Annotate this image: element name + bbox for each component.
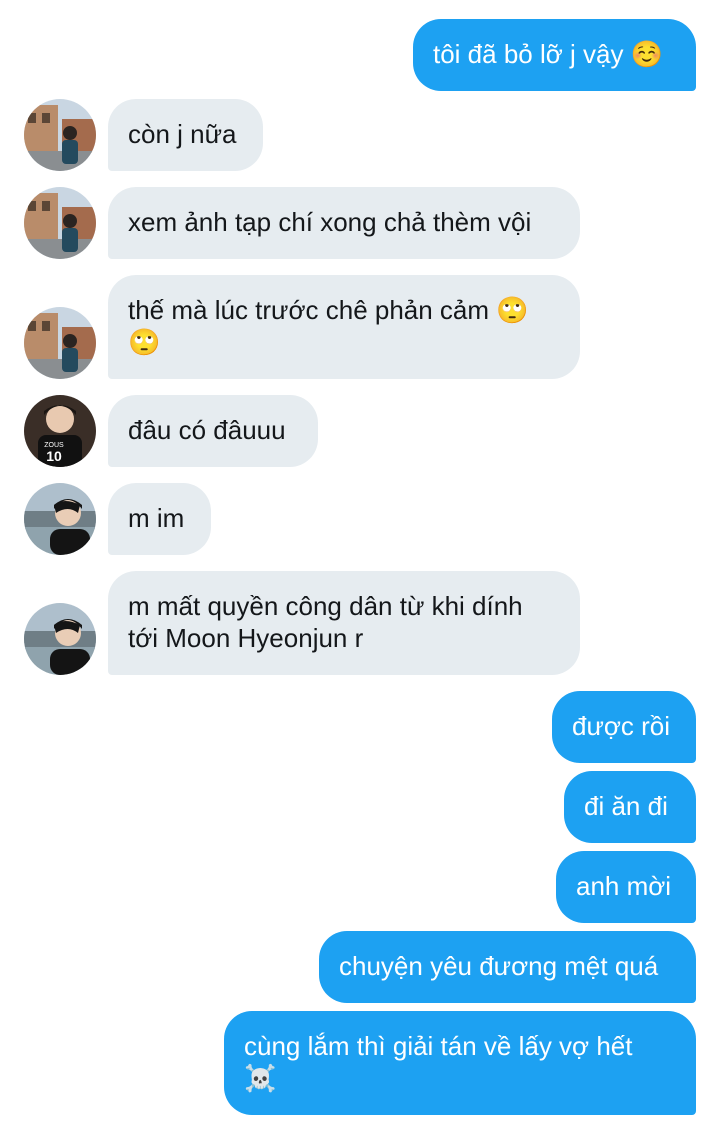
- message-bubble-outgoing[interactable]: tôi đã bỏ lỡ j vậy ☺️: [413, 19, 696, 91]
- message-bubble-incoming[interactable]: xem ảnh tạp chí xong chả thèm vội: [108, 187, 580, 259]
- message-bubble-outgoing[interactable]: cùng lắm thì giải tán về lấy vợ hết ☠️: [224, 1011, 696, 1115]
- avatar-street-icon[interactable]: [24, 307, 96, 379]
- avatar-jersey-icon[interactable]: ZOUS 10: [24, 395, 96, 467]
- message-bubble-incoming[interactable]: m mất quyền công dân từ khi dính tới Moo…: [108, 571, 580, 675]
- message-bubble-incoming[interactable]: đâu có đâuuu: [108, 395, 318, 467]
- message-bubble-incoming[interactable]: m im: [108, 483, 211, 555]
- avatar-street-icon[interactable]: [24, 99, 96, 171]
- jersey-number-text: 10: [46, 448, 62, 464]
- avatar-lake-icon[interactable]: [24, 603, 96, 675]
- message-bubble-outgoing[interactable]: chuyện yêu đương mệt quá: [319, 931, 696, 1003]
- message-bubble-incoming[interactable]: còn j nữa: [108, 99, 263, 171]
- message-bubble-outgoing[interactable]: anh mời: [556, 851, 696, 923]
- avatar-lake-icon[interactable]: [24, 483, 96, 555]
- message-bubble-outgoing[interactable]: đi ăn đi: [564, 771, 696, 843]
- avatar-street-icon[interactable]: [24, 187, 96, 259]
- message-bubble-incoming[interactable]: thế mà lúc trước chê phản cảm 🙄 🙄: [108, 275, 580, 379]
- message-bubble-outgoing[interactable]: được rồi: [552, 691, 696, 763]
